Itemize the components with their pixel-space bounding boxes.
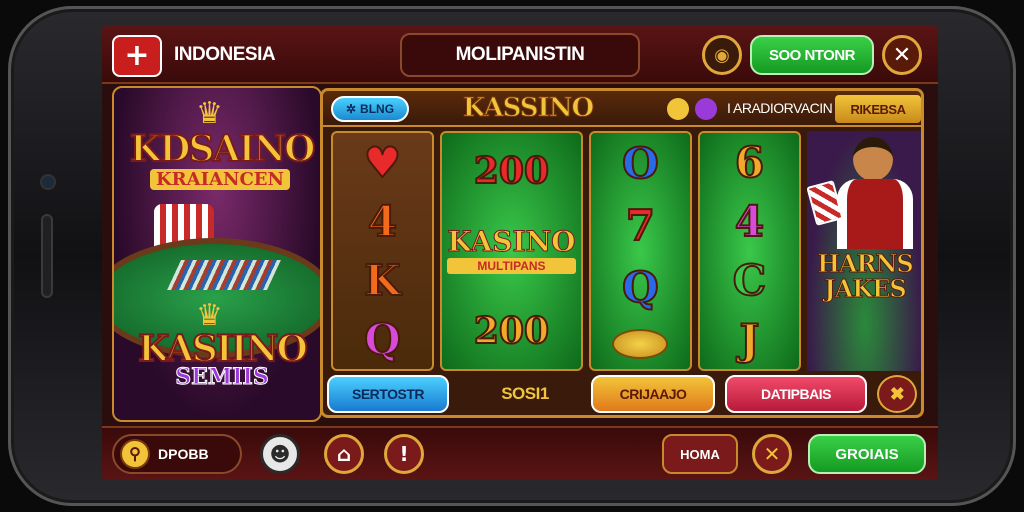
search-icon: ⚲: [120, 439, 150, 469]
search-label: DPOBB: [158, 446, 209, 462]
slot-reels[interactable]: ♥ 4 K Q 200 KASINO MULTIPANS 200 O 7 Q 6…: [331, 131, 802, 371]
orange-action-button[interactable]: CRIJAAJO: [591, 375, 715, 413]
center-reel-logo: KASINO MULTIPANS: [447, 224, 576, 274]
header-badge[interactable]: RIKEBSA: [835, 95, 921, 123]
reel-symbol: K: [363, 255, 401, 305]
tools-icon[interactable]: ✖: [877, 375, 917, 413]
center-logo-text: KASINO: [447, 224, 576, 258]
reel-symbol: C: [732, 255, 767, 305]
playing-card-icon: [807, 180, 844, 226]
dealer-body: [837, 179, 913, 249]
reel-symbol: Q: [621, 263, 660, 312]
reel-2: 200 KASINO MULTIPANS 200: [440, 131, 583, 371]
tools-icon[interactable]: ✕: [752, 434, 792, 474]
blue-action-button[interactable]: SERTOSTR: [327, 375, 449, 413]
promo-logo-bottom: KASIINO SEMIIS: [132, 327, 312, 391]
center-logo-sub: MULTIPANS: [447, 257, 576, 274]
coins-icon: [612, 329, 669, 359]
reel-3: O 7 Q: [588, 131, 692, 371]
game-panel-header: ✲ BLNG KASSINO I ARADIORVACIN RIKEBSA: [323, 91, 921, 127]
dealer-logo-line2: JAKES: [824, 274, 907, 304]
home-icon[interactable]: ⌂: [324, 434, 364, 474]
reel-symbol: 200: [473, 149, 550, 192]
promo-logo-top-line2: KRAIANCEN: [150, 169, 290, 190]
close-icon[interactable]: ✕: [882, 35, 922, 75]
promo-logo-top: KDSAINO KRAIANCEN: [129, 127, 317, 190]
dealer-logo: HARNS JAKES: [807, 249, 921, 304]
reel-symbol: 4: [367, 196, 398, 246]
dealer-avatar: [853, 137, 893, 181]
top-green-button[interactable]: SOO NTONR: [750, 35, 874, 75]
reel-symbol: 4: [734, 196, 765, 246]
top-bar: + INDONESIA MOLIPANISTIN ◉ SOO NTONR ✕: [102, 26, 938, 84]
reel-symbol: O: [621, 139, 660, 188]
heart-icon[interactable]: [667, 98, 689, 120]
promo-logo-top-line1: KDSAINO: [129, 127, 317, 171]
crown-icon: ♛: [196, 96, 223, 131]
reel-1: ♥ 4 K Q: [331, 131, 435, 371]
blng-pill-button[interactable]: ✲ BLNG: [331, 96, 409, 122]
dealer-logo-line1: HARNS: [817, 249, 915, 278]
reel-symbol: ♥: [363, 137, 403, 187]
action-row: SERTOSTR SOSI1 CRIJAAJO DATIPBAIS ✖: [327, 375, 919, 413]
header-icons: [667, 98, 717, 120]
reel-symbol: 6: [734, 137, 765, 187]
bottom-bar: ⚲ DPOBB ☻ ⌂ ! HOMA ✕ GROIAIS: [102, 426, 938, 480]
reel-symbol: J: [739, 314, 761, 364]
side-button: [43, 216, 51, 296]
header-label: I ARADIORVACIN: [727, 100, 833, 116]
slot-game-panel: ✲ BLNG KASSINO I ARADIORVACIN RIKEBSA ♥ …: [320, 88, 924, 418]
chips-decoration: [167, 260, 281, 290]
coin-icon[interactable]: ◉: [702, 35, 742, 75]
game-screen: + INDONESIA MOLIPANISTIN ◉ SOO NTONR ✕ ♛…: [102, 26, 938, 480]
plus-icon[interactable]: +: [112, 35, 162, 77]
left-promo-panel[interactable]: ♛ KDSAINO KRAIANCEN ♛ KASIINO SEMIIS: [112, 86, 322, 422]
game-title: MOLIPANISTIN: [400, 33, 640, 77]
search-button[interactable]: ⚲ DPOBB: [112, 434, 242, 474]
region-label: INDONESIA: [174, 44, 276, 65]
balance-readout: SOSI1: [501, 384, 549, 403]
home-button[interactable]: HOMA: [662, 434, 738, 474]
reel-4: 6 4 C J: [697, 131, 802, 371]
camera-icon: [42, 176, 54, 188]
blng-pill-label: BLNG: [360, 102, 395, 116]
character-icon[interactable]: ☻: [260, 434, 300, 474]
bottom-green-button[interactable]: GROIAIS: [808, 434, 926, 474]
settings-icon: ✲: [345, 102, 357, 116]
dealer-area: HARNS JAKES: [807, 131, 921, 371]
pink-action-button[interactable]: DATIPBAIS: [725, 375, 867, 413]
alert-icon[interactable]: !: [384, 434, 424, 474]
game-panel-title: KASSINO: [462, 93, 594, 124]
reel-symbol: 200: [473, 310, 550, 353]
gem-icon[interactable]: [695, 98, 717, 120]
reel-symbol: 7: [625, 201, 656, 250]
reel-symbol: Q: [363, 314, 402, 364]
